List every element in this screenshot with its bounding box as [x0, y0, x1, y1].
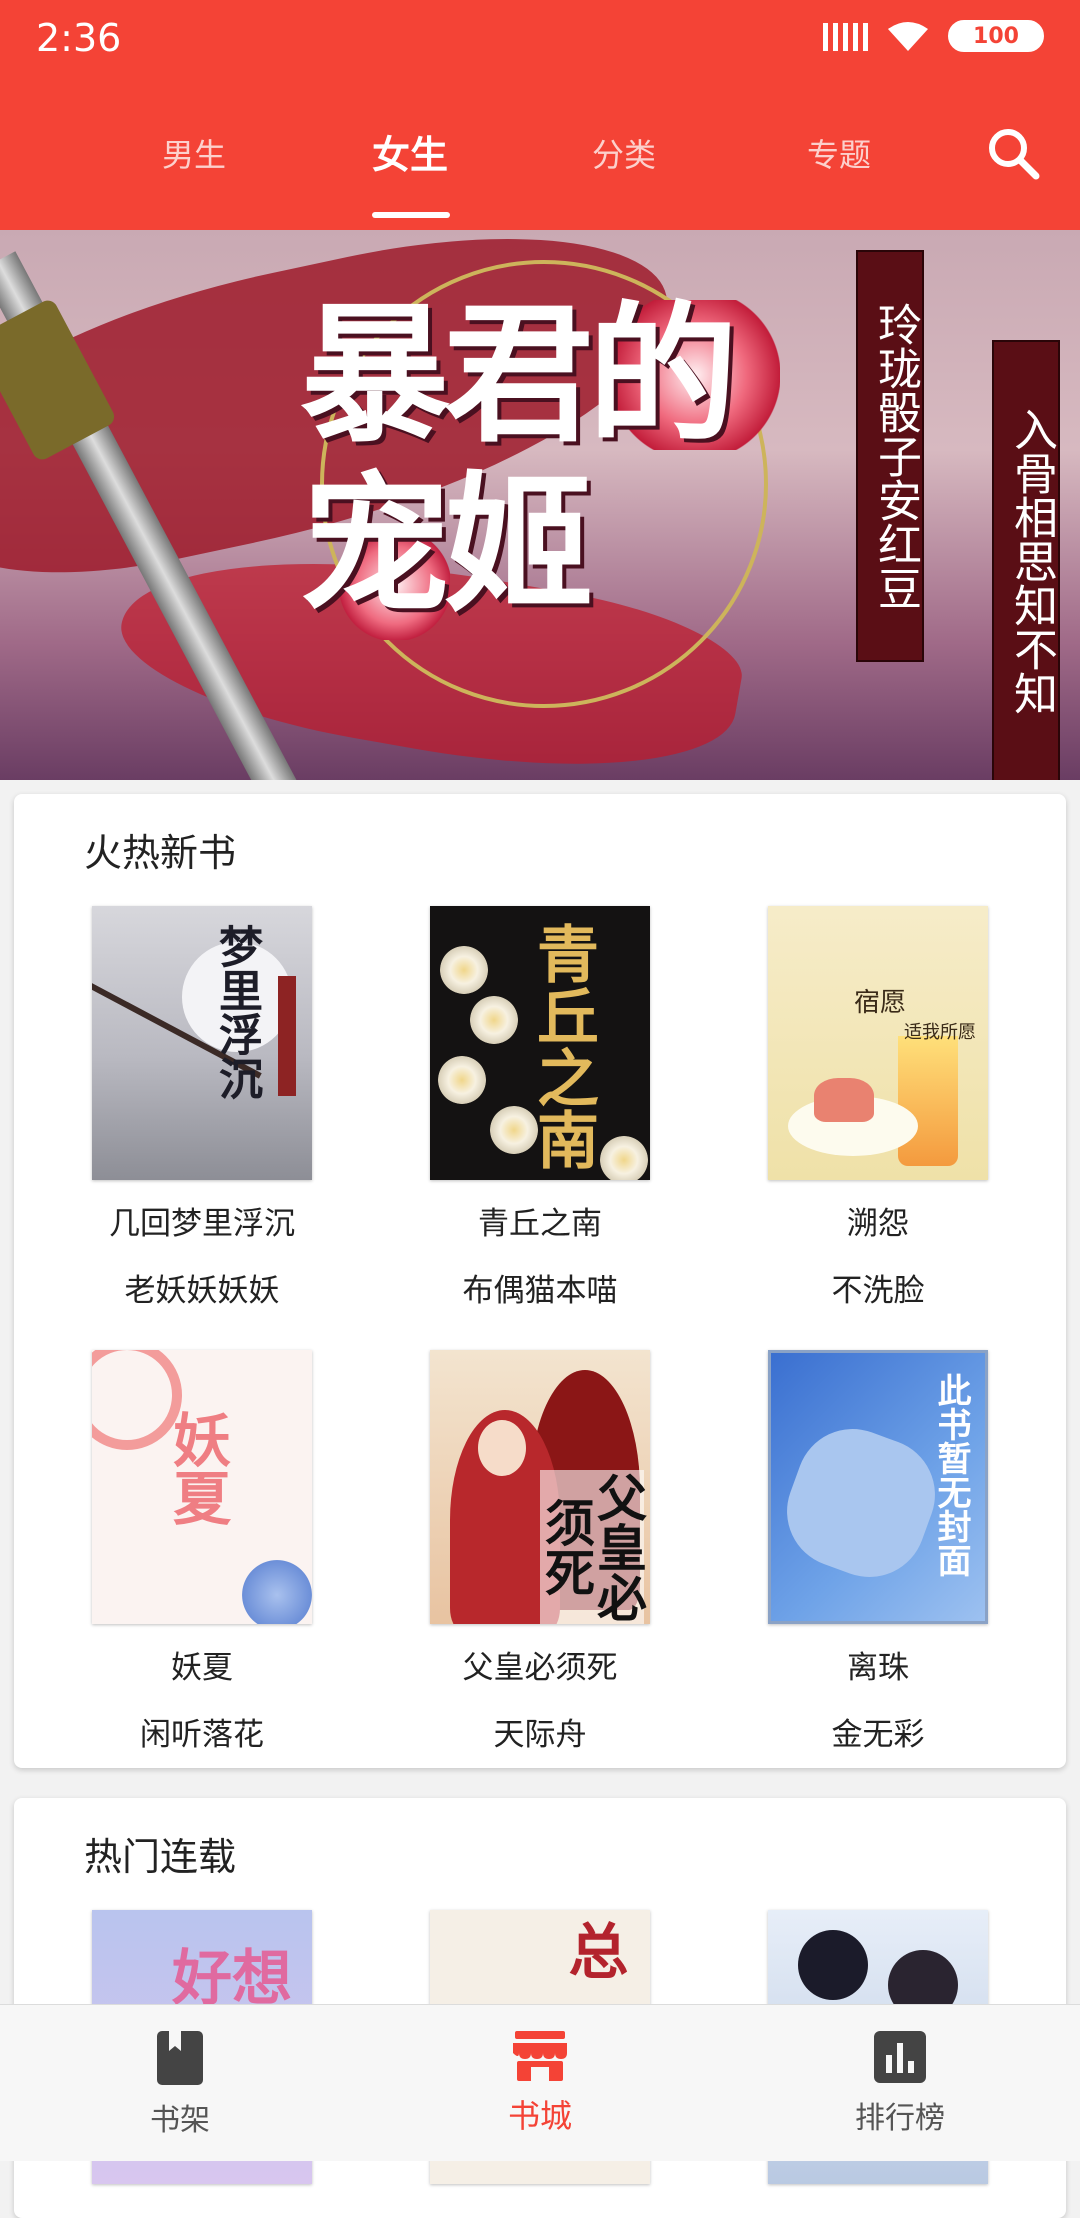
book-icon — [157, 2031, 203, 2085]
nav-bookstore[interactable]: 书城 — [440, 2031, 640, 2137]
wifi-icon — [888, 22, 928, 51]
book-name: 溯怨 — [847, 1206, 909, 1242]
bottom-nav: 书架 书城 排行榜 — [0, 2004, 1080, 2161]
book-author: 不洗脸 — [831, 1273, 925, 1309]
store-icon — [513, 2031, 567, 2081]
book-item[interactable]: 青丘之南 青丘之南 布偶猫本喵 — [390, 906, 690, 1310]
book-name: 青丘之南 — [478, 1206, 602, 1242]
tab-male[interactable]: 男生 — [162, 130, 226, 176]
book-author: 天际舟 — [493, 1717, 587, 1753]
cover-title: 梦里浮沉 — [211, 924, 262, 1100]
status-time: 2:36 — [36, 16, 122, 60]
tab-indicator — [372, 212, 450, 218]
tab-topic[interactable]: 专题 — [807, 130, 871, 176]
bar-chart-icon — [874, 2031, 926, 2083]
book-author: 闲听落花 — [140, 1717, 264, 1753]
nav-label: 排行榜 — [855, 2101, 945, 2136]
cover-title: 宿愿 — [854, 988, 907, 1018]
section-hot-new-books: 火热新书 梦里浮沉 几回梦里浮沉 老妖妖妖妖 青丘之南 青丘之南 布偶猫本喵 宿… — [14, 794, 1066, 1768]
book-item[interactable]: 父皇必须死 父皇必须死 天际舟 — [390, 1350, 690, 1754]
battery-icon: 100 — [948, 20, 1044, 52]
book-cover: 青丘之南 — [430, 906, 650, 1180]
book-author: 布偶猫本喵 — [462, 1273, 618, 1309]
search-icon[interactable] — [986, 126, 1040, 180]
top-tabs: 男生 女生 分类 专题 — [0, 110, 1080, 230]
book-item[interactable]: 此书暂无封面 离珠 金无彩 — [728, 1350, 1028, 1754]
cover-title: 青丘之南 — [526, 922, 599, 1170]
book-cover: 妖夏 — [92, 1350, 312, 1624]
nav-ranking[interactable]: 排行榜 — [800, 2031, 1000, 2137]
app-bar: 2:36 100 男生 女生 分类 专题 — [0, 0, 1080, 230]
banner-tag-left: 玲珑骰子安红豆 — [856, 250, 924, 662]
nav-label: 书架 — [150, 2103, 210, 2138]
book-author: 老妖妖妖妖 — [124, 1273, 280, 1309]
cover-title: 此书暂无封面 — [931, 1373, 971, 1577]
cover-subtitle: 适我所愿 — [904, 1022, 976, 1043]
book-item[interactable]: 妖夏 妖夏 闲听落花 — [52, 1350, 352, 1754]
book-name: 几回梦里浮沉 — [109, 1206, 295, 1242]
book-name: 离珠 — [847, 1650, 909, 1686]
book-cover: 梦里浮沉 — [92, 906, 312, 1180]
book-name: 父皇必须死 — [462, 1650, 618, 1686]
cover-title: 总 — [558, 1920, 628, 1980]
banner-title: 暴君的宠姬 — [300, 287, 738, 633]
book-cover: 宿愿 适我所愿 — [768, 906, 988, 1180]
book-item[interactable]: 宿愿 适我所愿 溯怨 不洗脸 — [728, 906, 1028, 1310]
tab-female[interactable]: 女生 — [372, 124, 448, 179]
book-author: 金无彩 — [831, 1717, 925, 1753]
banner-tag-right: 入骨相思知不知 — [992, 340, 1060, 780]
book-cover: 父皇必须死 — [430, 1350, 650, 1624]
section-title: 火热新书 — [84, 831, 237, 875]
book-item[interactable]: 梦里浮沉 几回梦里浮沉 老妖妖妖妖 — [52, 906, 352, 1310]
promo-banner[interactable]: 暴君的宠姬 玲珑骰子安红豆 入骨相思知不知 — [0, 230, 1080, 780]
section-title: 热门连载 — [84, 1835, 237, 1879]
signal-icon — [823, 21, 868, 51]
cover-title: 父皇必须死 — [537, 1470, 648, 1624]
cover-title: 妖夏 — [163, 1410, 231, 1526]
nav-bookshelf[interactable]: 书架 — [80, 2031, 280, 2139]
battery-level: 100 — [973, 23, 1019, 49]
book-cover: 此书暂无封面 — [768, 1350, 988, 1624]
status-icons: 100 — [823, 20, 1044, 52]
tab-category[interactable]: 分类 — [592, 130, 656, 176]
nav-label: 书城 — [507, 2097, 572, 2135]
book-name: 妖夏 — [171, 1650, 233, 1686]
